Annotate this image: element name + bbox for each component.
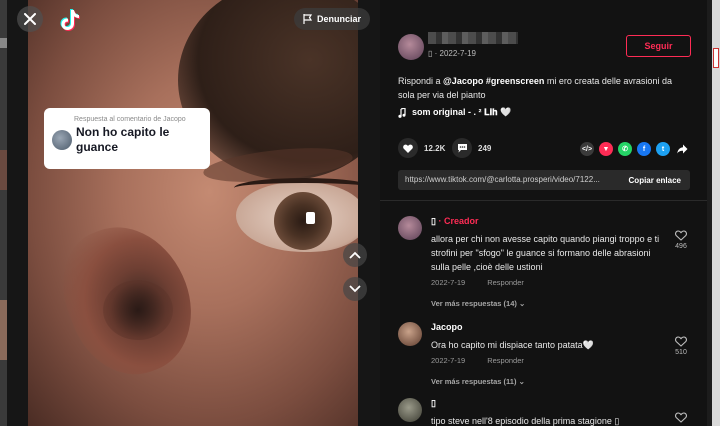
report-button[interactable]: Denunciar [294, 8, 371, 30]
chevron-down-icon: ⌄ [518, 377, 525, 386]
heart-outline-icon [675, 336, 687, 347]
view-more-replies[interactable]: Ver más respuestas (14) ⌄ [431, 299, 525, 308]
comment-avatar[interactable] [398, 398, 422, 422]
report-label: Denunciar [317, 14, 362, 24]
creator-badge: · Creador [435, 216, 479, 226]
twitter-icon: t [661, 145, 665, 153]
comment-date: 2022-7-19 [431, 278, 466, 287]
details-panel: ▯ · 2022-7-19 Seguir Rispondi a @Jacopo … [380, 0, 707, 426]
view-more-label: Ver más respuestas (11) [431, 377, 517, 386]
forward-icon [676, 144, 687, 154]
video-caption: Rispondi a @Jacopo #greenscreen mi ero c… [398, 74, 690, 102]
reply-card-subtitle: Respuesta al comentario de Jacopo [74, 116, 186, 123]
tiktok-share-button[interactable]: ▼ [599, 142, 613, 156]
music-link[interactable]: som original - . ² 𝐋𝐢𝐡 🤍 [398, 107, 511, 118]
chevron-down-icon: ⌄ [518, 299, 526, 308]
tiktok-icon [60, 9, 80, 31]
like-count: 12.2K [424, 143, 446, 153]
video-link-url[interactable]: https://www.tiktok.com/@carlotta.prosper… [405, 175, 618, 184]
whatsapp-button[interactable]: ✆ [618, 142, 632, 156]
comment-like-count: 496 [675, 243, 687, 250]
video-player[interactable]: Respuesta al comentario de Jacopo Non ho… [0, 0, 380, 426]
comment-icon [457, 144, 467, 153]
facebook-icon: f [642, 145, 646, 153]
embed-button[interactable]: </> [580, 142, 594, 156]
comment-meta: 2022-7-19 Responder [431, 356, 524, 365]
comment-like[interactable]: 496 [673, 230, 689, 250]
comment-author[interactable]: ▯ · Creador [431, 216, 478, 227]
flag-icon [303, 14, 312, 24]
video-frame[interactable]: Respuesta al comentario de Jacopo Non ho… [28, 0, 358, 426]
divider [380, 200, 707, 201]
view-more-replies[interactable]: Ver más respuestas (11) ⌄ [431, 377, 525, 386]
video-link-box: https://www.tiktok.com/@carlotta.prosper… [398, 170, 690, 190]
comment-stat[interactable]: 249 [452, 138, 491, 158]
close-icon [24, 13, 36, 25]
comment-meta: 2022-7-19 Responder [431, 278, 524, 287]
music-title: som original - . ² 𝐋𝐢𝐡 🤍 [412, 107, 512, 117]
facebook-button[interactable]: f [637, 142, 651, 156]
close-button[interactable] [17, 6, 43, 32]
comment-avatar[interactable] [398, 322, 422, 346]
like-button[interactable] [398, 138, 418, 158]
comment-text: Ora ho capito mi dispiace tanto patata🤍 [431, 340, 594, 350]
author-avatar[interactable] [398, 34, 424, 60]
comment-text: tipo steve nell'8 episodio della prima s… [431, 416, 620, 426]
chevron-down-icon [349, 285, 361, 293]
reply-button[interactable]: Responder [487, 278, 524, 287]
next-video-button[interactable] [343, 277, 367, 301]
like-stat[interactable]: 12.2K [398, 138, 445, 158]
caption-hashtag[interactable]: #greenscreen [486, 76, 545, 86]
author-name-redacted[interactable] [428, 32, 518, 44]
heart-icon [403, 144, 413, 153]
reply-comment-card: Respuesta al comentario de Jacopo Non ho… [44, 108, 210, 169]
comment-like-count: 510 [675, 349, 687, 356]
comment-author[interactable]: ▯ [431, 398, 436, 409]
view-more-label: Ver más respuestas (14) [431, 299, 517, 308]
comment-avatar[interactable] [398, 216, 422, 240]
twitter-button[interactable]: t [656, 142, 670, 156]
comment-count: 249 [478, 143, 492, 153]
follow-button[interactable]: Seguir [626, 35, 691, 57]
copy-link-button[interactable]: Copiar enlace [620, 170, 690, 190]
comment-author[interactable]: Jacopo [431, 322, 463, 332]
tiktok-logo[interactable] [59, 8, 81, 32]
whatsapp-icon: ✆ [622, 146, 628, 153]
forward-button[interactable] [675, 142, 689, 156]
heart-outline-icon [675, 412, 687, 423]
reply-avatar [52, 130, 72, 150]
author-meta: ▯ · 2022-7-19 [428, 49, 476, 58]
previous-video-button[interactable] [343, 243, 367, 267]
comment-like[interactable] [673, 412, 689, 425]
background-strip [0, 0, 7, 426]
comment-like[interactable]: 510 [673, 336, 689, 356]
caption-mention[interactable]: @Jacopo [443, 76, 483, 86]
comment-button[interactable] [452, 138, 472, 158]
tiktok-share-icon: ▼ [602, 145, 610, 153]
comment-date: 2022-7-19 [431, 356, 466, 365]
reply-button[interactable]: Responder [487, 356, 524, 365]
music-note-icon [398, 107, 406, 118]
browser-edge [712, 0, 720, 426]
reply-card-text: Non ho capito le guance [76, 125, 170, 154]
chevron-up-icon [349, 251, 361, 259]
caption-prefix: Rispondi a [398, 76, 444, 86]
embed-icon: </> [581, 145, 593, 153]
heart-outline-icon [675, 230, 687, 241]
comment-text: allora per chi non avesse capito quando … [431, 234, 660, 272]
